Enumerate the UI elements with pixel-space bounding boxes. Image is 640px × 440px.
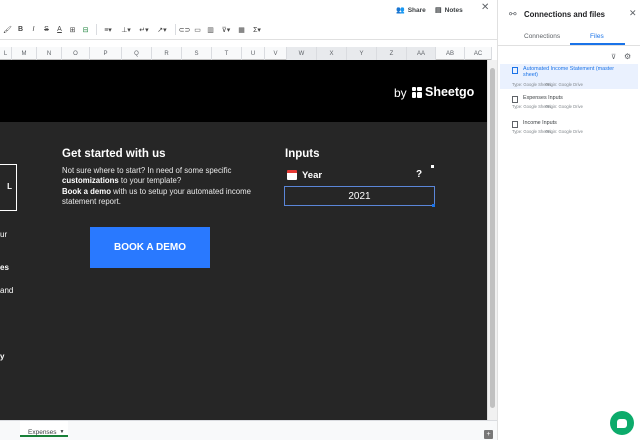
column-header[interactable]: P: [90, 47, 122, 60]
toolbar-divider: [175, 24, 176, 35]
help-icon[interactable]: ?: [416, 169, 422, 180]
vertical-scrollbar[interactable]: [487, 60, 497, 420]
comment-icon[interactable]: ▭: [192, 24, 203, 35]
banner-by-text: by: [394, 86, 407, 100]
column-header[interactable]: AB: [436, 47, 465, 60]
paint-format-icon[interactable]: 🖌: [2, 24, 13, 35]
bold-icon[interactable]: B: [15, 24, 26, 35]
column-header[interactable]: AC: [465, 47, 492, 60]
left-text-fragment: es: [0, 263, 9, 272]
filter-icon[interactable]: ⊽▾: [218, 24, 234, 35]
connections-panel: ⚯ Connections and files ✕ Connections Fi…: [497, 0, 640, 440]
tab-divider: [498, 45, 640, 46]
file-item[interactable]: Automated Income Statement (master sheet…: [500, 64, 638, 89]
text-color-icon[interactable]: A: [54, 24, 65, 35]
tab-files[interactable]: Files: [590, 33, 604, 40]
chart-icon[interactable]: ▥: [205, 24, 216, 35]
toolbar-divider: [96, 24, 97, 35]
left-text-fragment: and: [0, 286, 14, 295]
column-header[interactable]: O: [62, 47, 90, 60]
file-item[interactable]: Income Inputs Type: Google Sheets Origin…: [500, 118, 638, 138]
banner: by Sheetgo: [0, 60, 487, 122]
column-header[interactable]: V: [265, 47, 287, 60]
column-header[interactable]: U: [242, 47, 265, 60]
year-input-cell[interactable]: 2021: [284, 186, 435, 206]
sheet-file-icon: [512, 67, 518, 74]
share-button[interactable]: 👥 Share: [396, 4, 426, 16]
left-text-fragment: y: [0, 352, 5, 361]
connections-icon: ⚯: [509, 9, 517, 19]
left-box-text: L: [7, 182, 12, 191]
panel-title: Connections and files: [524, 10, 606, 19]
filter-views-icon[interactable]: ▦: [236, 24, 247, 35]
column-header[interactable]: Y: [347, 47, 377, 60]
chat-button[interactable]: [610, 411, 634, 435]
sheet-tab-label: Expenses ▼: [28, 428, 65, 436]
top-bar: 👥 Share ▤ Notes ✕: [0, 0, 497, 20]
notes-button[interactable]: ▤ Notes: [435, 4, 463, 16]
gear-icon[interactable]: ⚙: [624, 52, 631, 61]
scrollbar-thumb[interactable]: [490, 68, 495, 408]
sheetgo-logo-icon: [412, 87, 422, 98]
year-label-row: Year ?: [285, 168, 435, 184]
file-name: Automated Income Statement (master sheet…: [523, 66, 615, 79]
close-icon[interactable]: ✕: [481, 2, 489, 13]
file-origin: Origin: Google Drive: [545, 129, 583, 134]
file-name: Expenses Inputs: [523, 95, 563, 101]
file-origin: Origin: Google Drive: [545, 104, 583, 109]
strikethrough-icon[interactable]: S: [41, 24, 52, 35]
file-name: Income Inputs: [523, 120, 557, 126]
sheet-file-icon: [512, 121, 518, 128]
add-sheet-button[interactable]: +: [484, 430, 493, 439]
calendar-icon: [287, 170, 297, 180]
chat-icon: [617, 418, 627, 428]
tab-connections[interactable]: Connections: [524, 33, 560, 40]
column-header[interactable]: M: [12, 47, 37, 60]
sheet-content[interactable]: by Sheetgo L ur es and y Get started wit…: [0, 60, 487, 420]
wrap-icon[interactable]: ↵▾: [136, 24, 152, 35]
notes-icon: ▤: [435, 7, 442, 14]
get-started-title: Get started with us: [62, 148, 166, 160]
valign-icon[interactable]: ⊥▾: [118, 24, 134, 35]
link-icon[interactable]: ⊂⊃: [179, 24, 191, 35]
functions-icon[interactable]: Σ▾: [249, 24, 265, 35]
selection-handle[interactable]: [432, 204, 435, 207]
app-window: 👥 Share ▤ Notes ✕ 🖌 B I S A ⊞ ⊟ ≡▾ ⊥▾ ↵▾…: [0, 0, 640, 440]
column-header[interactable]: AA: [407, 47, 436, 60]
filter-icon[interactable]: ⊽: [611, 53, 616, 61]
file-origin: Origin: Google Drive: [545, 82, 583, 87]
column-header[interactable]: R: [152, 47, 182, 60]
column-header[interactable]: L: [0, 47, 12, 60]
column-header[interactable]: T: [212, 47, 242, 60]
share-icon: 👥: [396, 7, 405, 14]
inputs-title: Inputs: [285, 148, 320, 160]
year-label: Year: [302, 170, 323, 181]
column-header[interactable]: Q: [122, 47, 152, 60]
column-header[interactable]: S: [182, 47, 212, 60]
share-label: Share: [407, 6, 426, 14]
selection-marker: [431, 165, 434, 168]
book-a-demo-button[interactable]: BOOK A DEMO: [90, 227, 210, 268]
rotate-icon[interactable]: ↗▾: [154, 24, 170, 35]
italic-icon[interactable]: I: [28, 24, 39, 35]
sheet-tab-bar: Expenses ▼ +: [0, 420, 497, 440]
column-header[interactable]: Z: [377, 47, 407, 60]
file-item[interactable]: Expenses Inputs Type: Google Sheets Orig…: [500, 93, 638, 113]
notes-label: Notes: [444, 6, 463, 14]
sheet-file-icon: [512, 96, 518, 103]
column-header[interactable]: X: [317, 47, 347, 60]
left-panel-box: L: [0, 164, 17, 211]
merge-cells-icon[interactable]: ⊟: [80, 24, 91, 35]
align-icon[interactable]: ≡▾: [100, 24, 116, 35]
close-icon[interactable]: ✕: [629, 8, 637, 19]
chevron-down-icon[interactable]: ▼: [60, 429, 65, 435]
formatting-toolbar: 🖌 B I S A ⊞ ⊟ ≡▾ ⊥▾ ↵▾ ↗▾ ⊂⊃ ▭ ▥ ⊽▾ ▦ Σ▾: [0, 20, 497, 40]
brand-name: Sheetgo: [425, 85, 475, 99]
column-header-row: L M N O P Q R S T U V W X Y Z AA AB AC: [0, 47, 492, 60]
left-text-fragment: ur: [0, 230, 8, 239]
borders-icon[interactable]: ⊞: [67, 24, 78, 35]
column-header[interactable]: N: [37, 47, 62, 60]
get-started-text: Not sure where to start? In need of some…: [62, 166, 251, 206]
column-header[interactable]: W: [287, 47, 317, 60]
